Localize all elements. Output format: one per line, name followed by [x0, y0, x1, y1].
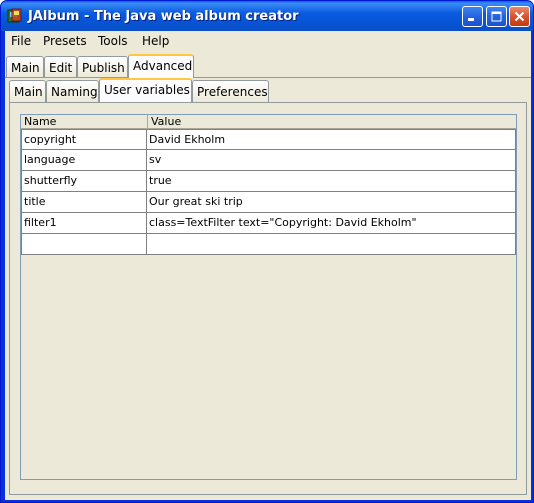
- menu-help[interactable]: Help: [142, 34, 169, 48]
- subtab-user-variables[interactable]: User variables: [99, 78, 192, 102]
- tab-main[interactable]: Main: [6, 56, 44, 78]
- subtab-preferences[interactable]: Preferences: [192, 80, 269, 102]
- cell-value[interactable]: David Ekholm: [147, 129, 516, 150]
- column-header-value[interactable]: Value: [148, 115, 515, 129]
- close-icon: [514, 11, 525, 22]
- tab-publish[interactable]: Publish: [77, 56, 128, 78]
- cell-value[interactable]: class=TextFilter text="Copyright: David …: [147, 213, 516, 234]
- table-row[interactable]: shutterfly true: [21, 171, 516, 192]
- column-header-name[interactable]: Name: [21, 115, 148, 129]
- maximize-icon: [491, 11, 502, 22]
- minimize-icon: [468, 18, 474, 21]
- table-row[interactable]: copyright David Ekholm: [21, 129, 516, 150]
- menu-file[interactable]: File: [11, 34, 31, 48]
- subtab-naming[interactable]: Naming: [46, 80, 99, 102]
- jalbum-app-icon[interactable]: [7, 8, 23, 24]
- table-row[interactable]: title Our great ski trip: [21, 192, 516, 213]
- cell-name[interactable]: language: [21, 150, 147, 171]
- table-row[interactable]: filter1 class=TextFilter text="Copyright…: [21, 213, 516, 234]
- cell-name[interactable]: [21, 234, 147, 255]
- cell-name[interactable]: copyright: [21, 129, 147, 150]
- cell-value[interactable]: [147, 234, 516, 255]
- table-header: Name Value: [21, 115, 516, 129]
- window-client-area: File Presets Tools Help Main Edit Publis…: [5, 31, 531, 500]
- tab-edit[interactable]: Edit: [44, 56, 77, 78]
- top-tab-divider: [5, 77, 531, 78]
- menu-tools[interactable]: Tools: [98, 34, 128, 48]
- title-bar[interactable]: JAlbum - The Java web album creator: [1, 1, 533, 31]
- variables-table: Name Value copyright David Ekholm langua…: [20, 114, 517, 480]
- cell-name[interactable]: shutterfly: [21, 171, 147, 192]
- cell-name[interactable]: title: [21, 192, 147, 213]
- maximize-button[interactable]: [486, 6, 507, 27]
- window-title: JAlbum - The Java web album creator: [28, 9, 299, 24]
- cell-value[interactable]: true: [147, 171, 516, 192]
- table-row-empty[interactable]: [21, 234, 516, 255]
- menu-presets[interactable]: Presets: [43, 34, 87, 48]
- sub-tab-strip: Main Naming User variables Preferences: [5, 78, 531, 102]
- subtab-main[interactable]: Main: [9, 80, 46, 102]
- cell-name[interactable]: filter1: [21, 213, 147, 234]
- table-row[interactable]: language sv: [21, 150, 516, 171]
- cell-value[interactable]: Our great ski trip: [147, 192, 516, 213]
- menu-bar: File Presets Tools Help: [5, 31, 531, 51]
- close-button[interactable]: [509, 6, 530, 27]
- app-window: JAlbum - The Java web album creator File…: [0, 0, 534, 503]
- table-body: copyright David Ekholm language sv shutt…: [21, 129, 516, 255]
- user-variables-panel: Name Value copyright David Ekholm langua…: [9, 102, 527, 495]
- cell-value[interactable]: sv: [147, 150, 516, 171]
- minimize-button[interactable]: [462, 6, 483, 27]
- top-tab-strip: Main Edit Publish Advanced: [5, 54, 531, 78]
- tab-advanced[interactable]: Advanced: [128, 54, 194, 78]
